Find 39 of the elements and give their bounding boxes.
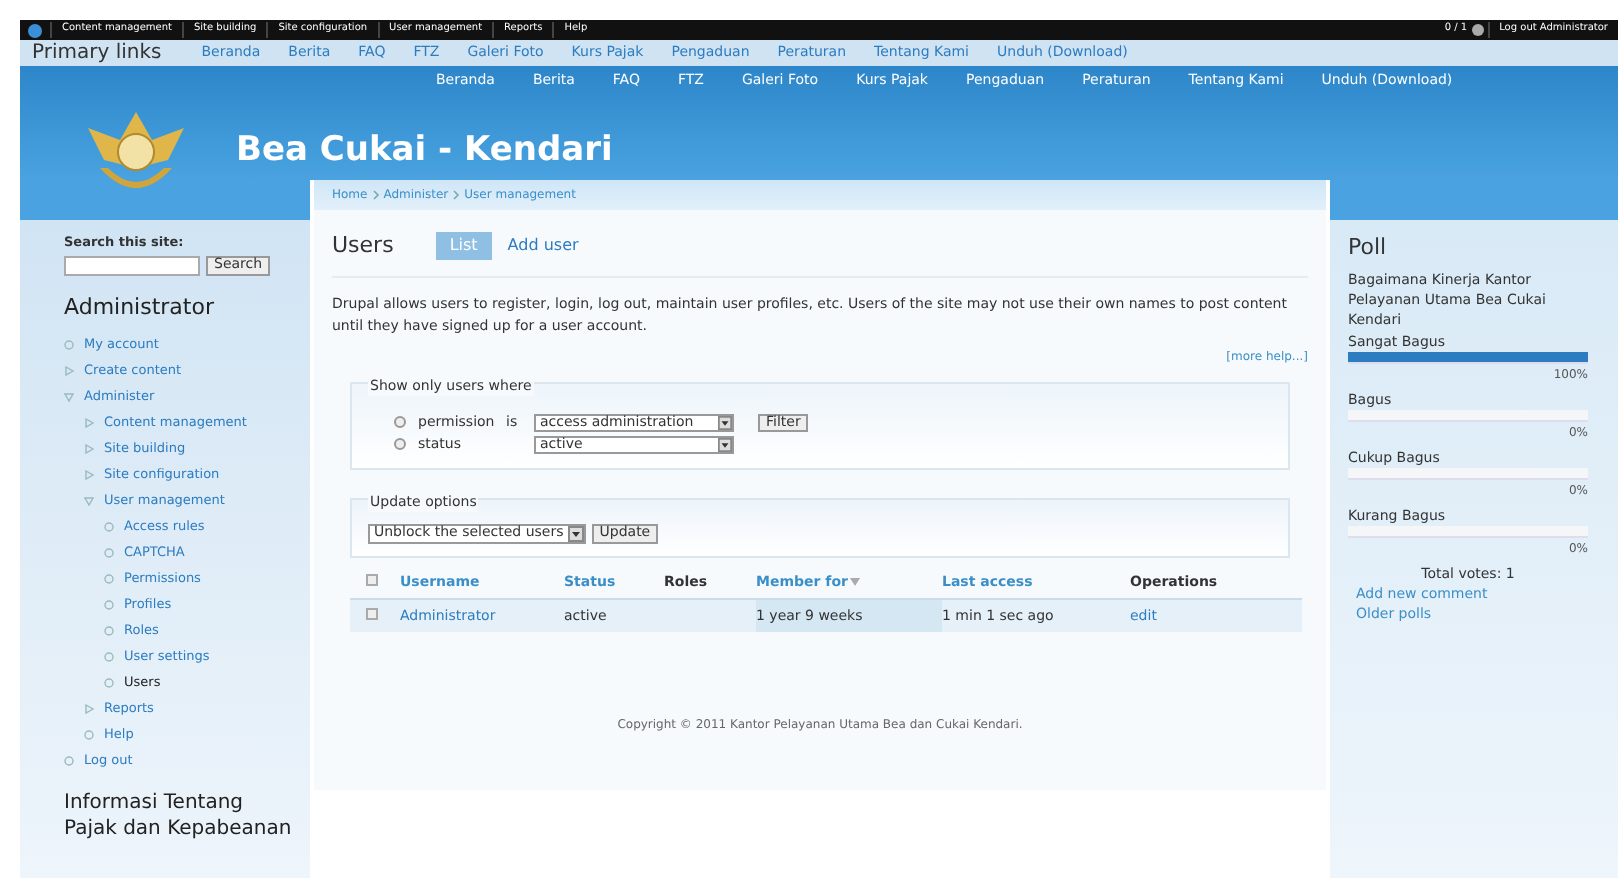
dropdown-arrow-icon xyxy=(718,415,732,429)
expanded-arrow-icon xyxy=(64,392,74,403)
sort-arrow-icon xyxy=(849,578,860,586)
expanded-arrow-icon xyxy=(84,496,94,507)
bullet-icon xyxy=(104,652,114,663)
dropdown-arrow-icon xyxy=(718,437,732,451)
drupal-logo-icon[interactable] xyxy=(28,23,42,37)
bullet-icon xyxy=(104,574,114,585)
bullet-icon xyxy=(104,678,114,689)
collapsed-arrow-icon xyxy=(84,418,94,429)
bullet-icon xyxy=(104,600,114,611)
table-cell xyxy=(664,599,756,631)
bullet-icon xyxy=(104,522,114,533)
bullet-icon xyxy=(104,626,114,637)
bullet-icon xyxy=(104,548,114,559)
block-title: Administrator xyxy=(64,291,216,324)
block-title: Poll xyxy=(1348,232,1389,264)
users-icon xyxy=(1471,24,1484,36)
collapsed-arrow-icon xyxy=(84,704,94,715)
collapsed-arrow-icon xyxy=(84,444,94,455)
primary-links-title: Primary links xyxy=(32,40,162,68)
search-field[interactable] xyxy=(64,255,200,276)
chevron-icon xyxy=(371,190,380,200)
dropdown-arrow-icon xyxy=(567,525,584,541)
bullet-icon xyxy=(64,340,74,351)
radio-button[interactable] xyxy=(394,416,406,428)
block-title: Informasi Tentang Pajak dan Kepabeanan xyxy=(64,790,294,843)
bullet-icon xyxy=(64,756,74,767)
bullet-icon xyxy=(84,730,94,741)
collapsed-arrow-icon xyxy=(64,366,74,377)
collapsed-arrow-icon xyxy=(84,470,94,481)
row-checkbox[interactable] xyxy=(366,607,378,619)
radio-button[interactable] xyxy=(394,438,406,450)
page-title: Users xyxy=(332,230,394,262)
site-name[interactable]: Bea Cukai - Kendari xyxy=(236,125,613,177)
chevron-icon xyxy=(452,190,461,200)
tab[interactable]: List xyxy=(435,232,492,261)
tab[interactable]: Add user xyxy=(507,234,579,259)
select-all-checkbox[interactable] xyxy=(366,574,378,586)
